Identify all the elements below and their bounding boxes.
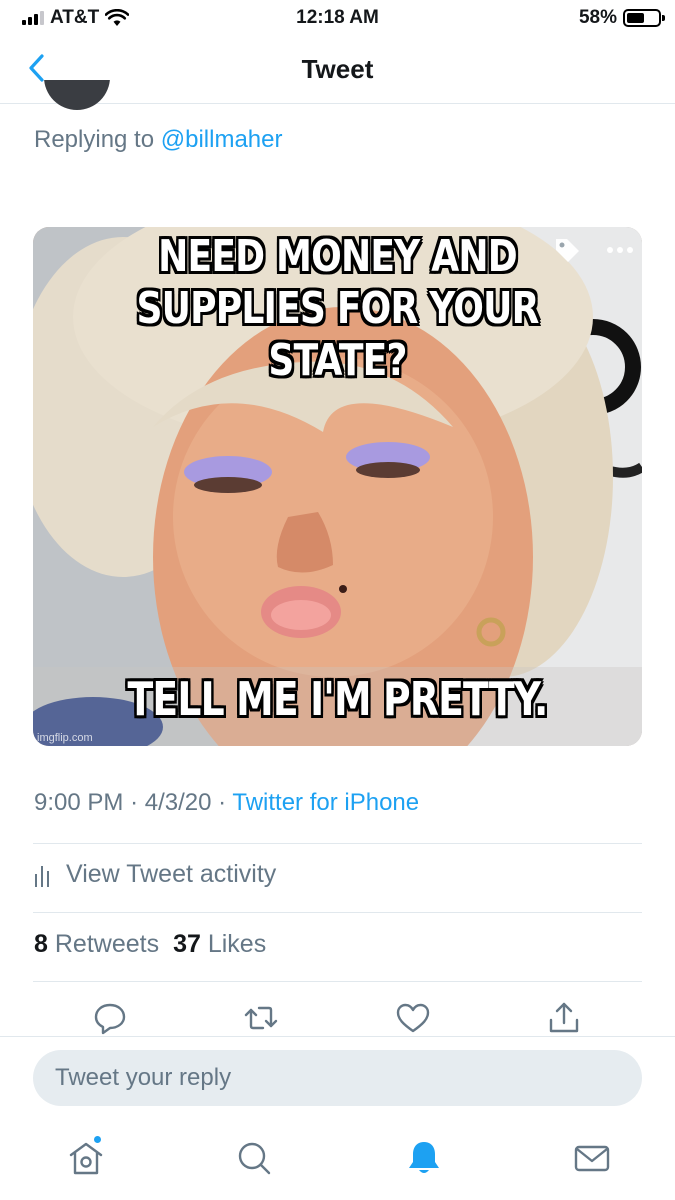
bar-chart-icon xyxy=(35,865,49,887)
tweet-media-image[interactable]: NEED MONEY AND SUPPLIES FOR YOUR STATE? … xyxy=(33,227,642,746)
likes-count: 37 xyxy=(173,930,201,958)
replying-to: Replying to @billmaher xyxy=(34,126,282,154)
like-icon[interactable] xyxy=(395,1000,431,1036)
meme-top-line-1: NEED MONEY AND xyxy=(158,231,518,282)
tweet-stats: 8 Retweets 37 Likes xyxy=(34,930,266,959)
tweet-actions xyxy=(0,1000,675,1038)
tweet-reply-input[interactable]: Tweet your reply xyxy=(33,1050,642,1106)
retweets-count: 8 xyxy=(34,930,48,958)
tab-home[interactable] xyxy=(66,1134,106,1178)
watermark: imgflip.com xyxy=(37,732,93,744)
tab-search[interactable] xyxy=(234,1138,274,1178)
replying-handle-link[interactable]: @billmaher xyxy=(161,126,283,153)
divider xyxy=(33,912,642,913)
new-content-indicator xyxy=(92,1134,103,1145)
avatar[interactable] xyxy=(44,80,110,112)
status-bar: AT&T 12:18 AM 58% xyxy=(0,0,675,36)
bottom-tab-bar xyxy=(0,1120,675,1200)
tab-notifications[interactable] xyxy=(404,1138,444,1178)
notifications-icon xyxy=(409,1142,439,1173)
tag-icon[interactable] xyxy=(552,235,582,265)
likes-label: Likes xyxy=(207,930,267,958)
share-icon[interactable] xyxy=(546,1000,582,1036)
search-icon xyxy=(238,1142,271,1175)
divider xyxy=(33,843,642,844)
tweet-source-link[interactable]: Twitter for iPhone xyxy=(232,789,419,816)
meme-bottom-text: TELL ME I'M PRETTY. xyxy=(127,672,549,726)
battery-icon xyxy=(623,9,665,27)
divider xyxy=(0,1036,675,1037)
tweet-time: 9:00 PM xyxy=(34,789,124,816)
more-options-icon[interactable] xyxy=(602,235,638,265)
battery-group: 58% xyxy=(578,7,665,29)
retweet-icon[interactable] xyxy=(243,1000,279,1036)
retweets-stat[interactable]: 8 Retweets xyxy=(34,930,159,959)
reply-icon[interactable] xyxy=(92,1000,128,1036)
meme-top-line-2: SUPPLIES FOR YOUR STATE? xyxy=(136,283,539,386)
view-tweet-activity-button[interactable]: View Tweet activity xyxy=(34,860,276,889)
clock: 12:18 AM xyxy=(296,7,379,28)
tab-messages[interactable] xyxy=(572,1138,612,1178)
messages-icon xyxy=(574,1145,610,1172)
tweet-date: 4/3/20 xyxy=(144,789,212,816)
reply-placeholder: Tweet your reply xyxy=(55,1064,232,1091)
separator: · xyxy=(130,789,139,816)
activity-label: View Tweet activity xyxy=(66,860,277,888)
battery-percent: 58% xyxy=(578,7,617,28)
divider xyxy=(33,981,642,982)
likes-stat[interactable]: 37 Likes xyxy=(173,930,266,959)
separator: · xyxy=(218,789,227,816)
tweet-timestamp: 9:00 PM · 4/3/20 · Twitter for iPhone xyxy=(34,789,419,817)
retweets-label: Retweets xyxy=(54,930,160,958)
replying-prefix: Replying to xyxy=(34,126,155,153)
meme-top-text: NEED MONEY AND SUPPLIES FOR YOUR STATE? xyxy=(88,231,587,387)
